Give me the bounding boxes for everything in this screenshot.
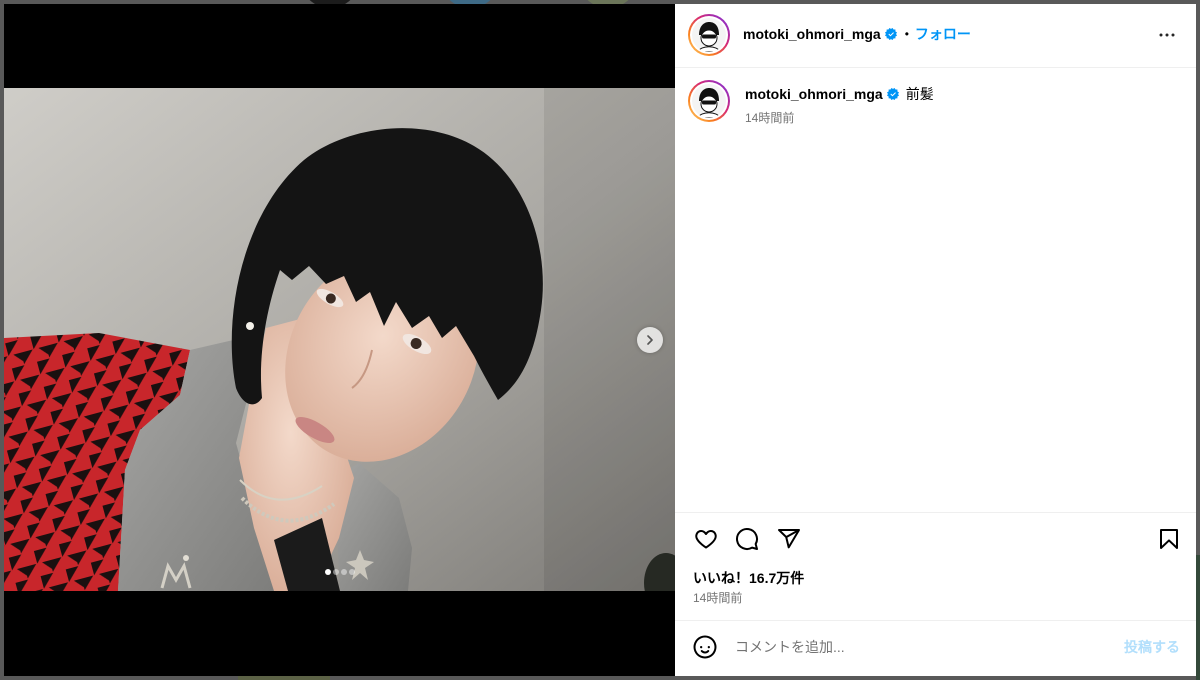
header-row: motoki_ohmori_mga • フォロー <box>743 25 971 43</box>
caption-line: motoki_ohmori_mga 前髪 <box>745 85 934 103</box>
comment-button[interactable] <box>735 527 759 551</box>
like-button[interactable] <box>694 527 718 551</box>
post-photo <box>4 88 675 591</box>
bookmark-icon <box>1160 529 1178 549</box>
post-modal: motoki_ohmori_mga • フォロー motoki_ohmori_m… <box>4 4 1196 676</box>
verified-badge-icon <box>884 28 897 40</box>
verified-badge-icon <box>886 88 899 100</box>
emoji-icon <box>693 635 717 659</box>
carousel-dot <box>332 569 339 575</box>
more-horizontal-icon <box>1159 33 1175 37</box>
emoji-button[interactable] <box>693 635 717 659</box>
post-comment-button[interactable]: 投稿する <box>1124 637 1180 657</box>
like-count[interactable]: いいね！16.7万件 <box>693 569 804 587</box>
follow-button[interactable]: フォロー <box>915 25 971 43</box>
chevron-right-icon <box>647 335 653 345</box>
carousel-dot <box>348 569 355 575</box>
carousel-dots <box>4 569 675 575</box>
share-button[interactable] <box>777 527 801 551</box>
comment-icon <box>736 528 758 550</box>
add-comment-form: 投稿する <box>675 620 1196 676</box>
post-media <box>4 4 675 676</box>
author-username-link[interactable]: motoki_ohmori_mga <box>743 25 881 43</box>
carousel-dot <box>340 569 347 575</box>
caption-timestamp[interactable]: 14時間前 <box>745 111 794 125</box>
carousel-dot-active <box>324 569 331 575</box>
heart-icon <box>695 530 717 549</box>
send-icon <box>778 529 800 549</box>
comment-input[interactable] <box>735 637 1105 657</box>
more-options-button[interactable] <box>1155 23 1179 47</box>
save-button[interactable] <box>1157 527 1181 551</box>
post-details-panel: motoki_ohmori_mga • フォロー motoki_ohmori_m… <box>675 4 1196 676</box>
next-slide-button[interactable] <box>637 327 663 353</box>
post-actions: いいね！16.7万件 14時間前 <box>675 512 1196 621</box>
post-header: motoki_ohmori_mga • フォロー <box>675 4 1196 68</box>
avatar-image <box>692 84 726 118</box>
earring <box>246 322 254 330</box>
background-page-edge <box>238 676 330 680</box>
caption-author-avatar[interactable] <box>688 80 730 122</box>
post-timestamp[interactable]: 14時間前 <box>693 591 742 605</box>
author-avatar[interactable] <box>688 14 730 56</box>
avatar-image <box>692 18 726 52</box>
caption-username-link[interactable]: motoki_ohmori_mga <box>745 85 883 103</box>
background-page-edge <box>1196 555 1200 680</box>
caption-text: 前髪 <box>905 86 934 102</box>
brooch-sparkle <box>183 555 189 561</box>
separator-dot: • <box>904 27 909 41</box>
